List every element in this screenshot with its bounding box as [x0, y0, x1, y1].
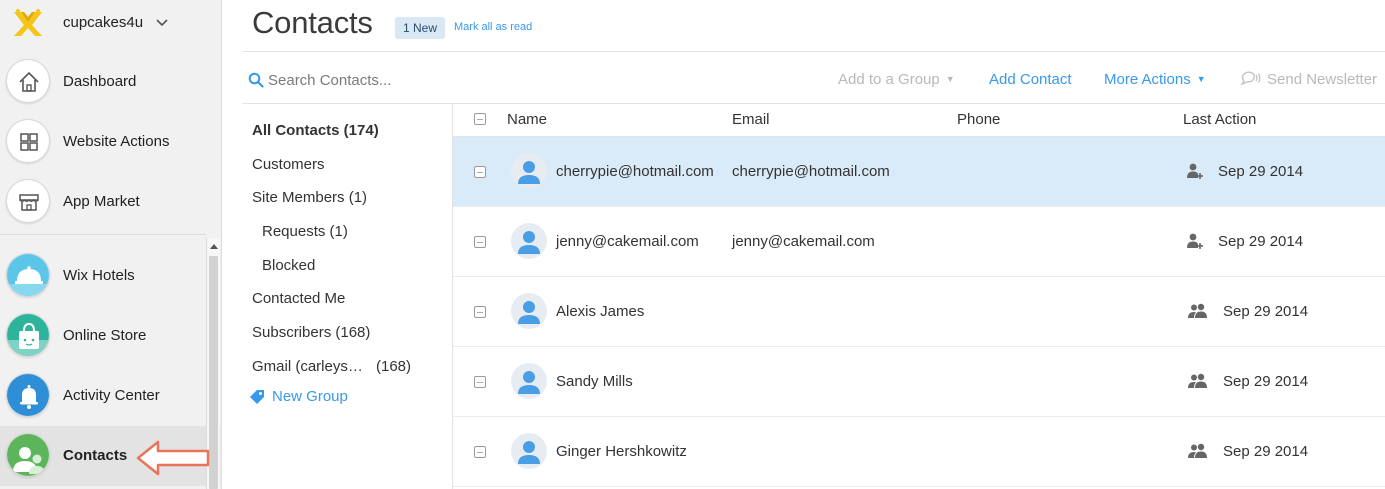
new-group-button[interactable]: New Group: [250, 388, 348, 405]
shopping-bag-icon: [6, 313, 50, 357]
contact-name: Ginger Hershkowitz: [556, 443, 687, 460]
wix-logo-icon: [14, 9, 42, 36]
contact-email: cherrypie@hotmail.com: [732, 163, 890, 180]
row-checkbox[interactable]: [474, 376, 486, 388]
store-icon: [6, 179, 50, 223]
contacts-table: Name Email Phone Last Action cherrypie@h…: [453, 104, 1385, 489]
table-row[interactable]: Alexis James Sep 29 2014: [453, 277, 1385, 347]
add-contact-button[interactable]: Add Contact: [989, 71, 1072, 88]
last-action-date: Sep 29 2014: [1218, 233, 1304, 250]
avatar: [511, 433, 547, 469]
search-icon: [248, 72, 264, 88]
column-header-phone[interactable]: Phone: [957, 111, 1000, 128]
add-person-icon: [1187, 233, 1203, 249]
add-to-group-button[interactable]: Add to a Group ▼: [838, 71, 955, 88]
row-checkbox[interactable]: [474, 306, 486, 318]
sidebar-divider: [0, 234, 206, 235]
contact-name: cherrypie@hotmail.com: [556, 163, 714, 180]
more-actions-button[interactable]: More Actions ▼: [1104, 71, 1206, 88]
add-person-icon: [1187, 163, 1203, 179]
table-row[interactable]: Ginger Hershkowitz Sep 29 2014: [453, 417, 1385, 487]
hotel-bell-icon: [6, 253, 50, 297]
header-divider: [242, 51, 1385, 52]
column-header-name[interactable]: Name: [507, 111, 547, 128]
nav-label-contacts: Contacts: [63, 447, 128, 464]
group-requests[interactable]: Requests (1): [262, 223, 348, 240]
tag-icon: [250, 390, 264, 404]
group-icon: [1188, 443, 1207, 458]
table-row[interactable]: jenny@cakemail.com jenny@cakemail.com Se…: [453, 207, 1385, 277]
nav-label-website-actions: Website Actions: [63, 133, 170, 150]
contacts-icon: [6, 433, 50, 477]
new-count-badge: 1 New: [395, 17, 446, 39]
annotation-arrow-icon: [136, 440, 210, 476]
group-subscribers[interactable]: Subscribers (168): [252, 324, 370, 341]
caret-down-icon: ▼: [945, 74, 955, 84]
column-header-email[interactable]: Email: [732, 111, 770, 128]
last-action-date: Sep 29 2014: [1223, 303, 1309, 320]
avatar: [511, 293, 547, 329]
select-all-checkbox[interactable]: [474, 113, 486, 125]
contact-name: Alexis James: [556, 303, 645, 320]
contact-name: jenny@cakemail.com: [556, 233, 699, 250]
column-header-last-action[interactable]: Last Action: [1183, 111, 1256, 128]
grid-icon: [6, 119, 50, 163]
avatar: [511, 363, 547, 399]
search-input[interactable]: [268, 68, 568, 92]
group-contacted-me[interactable]: Contacted Me: [252, 290, 345, 307]
nav-item-activity-center[interactable]: Activity Center: [0, 366, 222, 426]
home-icon: [6, 59, 50, 103]
page-title: Contacts: [252, 5, 373, 40]
table-row[interactable]: cherrypie@hotmail.com cherrypie@hotmail.…: [453, 137, 1385, 207]
group-gmail-count: (168): [376, 358, 412, 375]
sidebar: cupcakes4u Dashboard Website Actions App…: [0, 0, 222, 489]
send-newsletter-button[interactable]: Send Newsletter: [1267, 71, 1377, 88]
contact-email: jenny@cakemail.com: [732, 233, 875, 250]
group-site-members[interactable]: Site Members (1): [252, 189, 367, 206]
row-checkbox[interactable]: [474, 236, 486, 248]
scroll-up-arrow-icon[interactable]: [210, 243, 218, 249]
site-name: cupcakes4u: [63, 14, 144, 31]
mark-all-read-link[interactable]: Mark all as read: [454, 21, 532, 33]
row-checkbox[interactable]: [474, 166, 486, 178]
nav-label-wix-hotels: Wix Hotels: [63, 267, 135, 284]
avatar: [511, 153, 547, 189]
group-customers[interactable]: Customers: [252, 156, 325, 173]
group-all-contacts[interactable]: All Contacts (174): [252, 122, 379, 139]
table-header: Name Email Phone Last Action: [453, 104, 1385, 137]
last-action-date: Sep 29 2014: [1218, 163, 1304, 180]
nav-label-dashboard: Dashboard: [63, 73, 137, 90]
group-blocked[interactable]: Blocked: [262, 257, 315, 274]
add-to-group-label: Add to a Group: [838, 71, 940, 88]
site-selector[interactable]: cupcakes4u: [0, 0, 222, 46]
nav-label-online-store: Online Store: [63, 327, 147, 344]
nav-label-activity-center: Activity Center: [63, 387, 160, 404]
more-actions-label: More Actions: [1104, 71, 1191, 88]
groups-panel: All Contacts (174) Customers Site Member…: [242, 104, 453, 489]
nav-item-app-market[interactable]: App Market: [0, 172, 222, 232]
nav-item-online-store[interactable]: Online Store: [0, 306, 222, 366]
row-checkbox[interactable]: [474, 446, 486, 458]
bell-icon: [6, 373, 50, 417]
nav-label-app-market: App Market: [63, 193, 140, 210]
new-group-label: New Group: [272, 388, 348, 405]
group-icon: [1188, 373, 1207, 388]
last-action-date: Sep 29 2014: [1223, 373, 1309, 390]
group-gmail[interactable]: Gmail (carleys…: [252, 358, 363, 375]
last-action-date: Sep 29 2014: [1223, 443, 1309, 460]
caret-down-icon: ▼: [1196, 74, 1206, 84]
nav-item-wix-hotels[interactable]: Wix Hotels: [0, 246, 222, 306]
newsletter-broadcast-icon: [1240, 71, 1261, 86]
contact-name: Sandy Mills: [556, 373, 633, 390]
group-icon: [1188, 303, 1207, 318]
chevron-down-icon[interactable]: [156, 14, 168, 32]
avatar: [511, 223, 547, 259]
table-row[interactable]: Sandy Mills Sep 29 2014: [453, 347, 1385, 417]
nav-item-dashboard[interactable]: Dashboard: [0, 52, 222, 112]
nav-item-website-actions[interactable]: Website Actions: [0, 112, 222, 172]
